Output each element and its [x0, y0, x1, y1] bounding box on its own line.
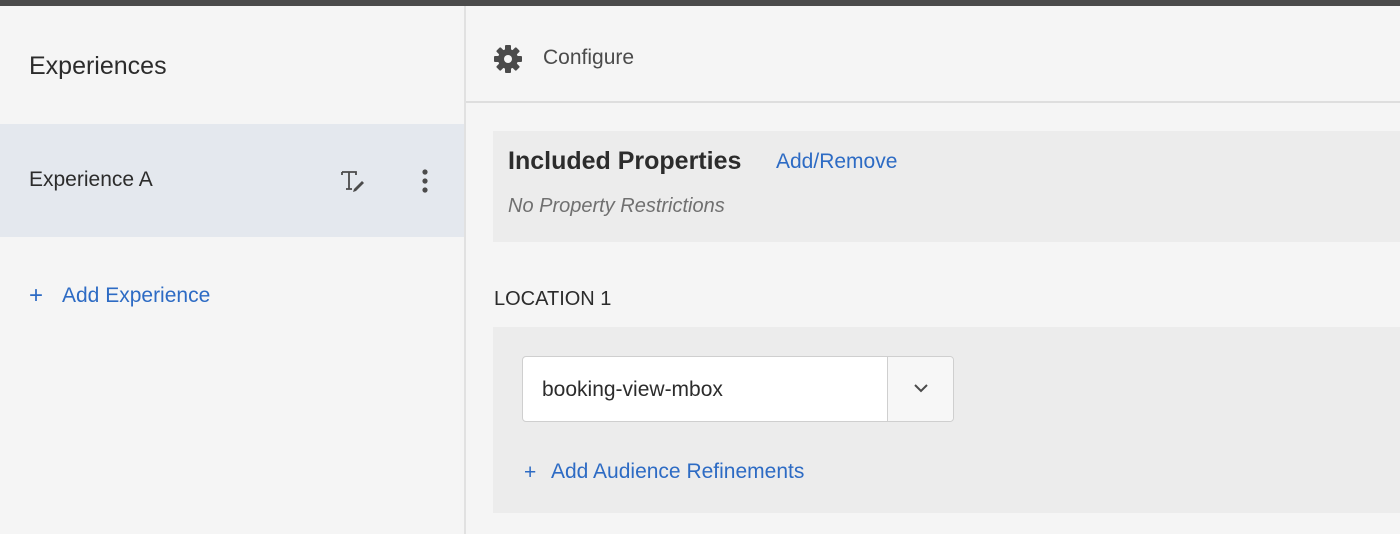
configure-header: Configure [466, 6, 1400, 103]
experiences-sidebar: Experiences Experience A + Add Experienc… [0, 6, 464, 534]
experience-item-a[interactable]: Experience A [0, 124, 464, 237]
location-panel: booking-view-mbox + Add Audience Refinem… [493, 327, 1400, 513]
rename-text-icon[interactable] [340, 169, 366, 193]
gear-icon[interactable] [493, 44, 523, 74]
add-audience-refinements-button[interactable]: + Add Audience Refinements [524, 460, 804, 484]
plus-icon: + [524, 460, 537, 484]
add-remove-link[interactable]: Add/Remove [776, 150, 897, 174]
add-experience-label: Add Experience [62, 284, 211, 307]
more-vertical-icon[interactable] [414, 168, 436, 194]
main-panel: Configure Included Properties Add/Remove… [466, 6, 1400, 534]
no-property-restrictions-text: No Property Restrictions [508, 195, 725, 217]
configure-label[interactable]: Configure [543, 46, 634, 70]
mbox-value: booking-view-mbox [542, 378, 723, 401]
location-label: LOCATION 1 [494, 288, 612, 310]
experience-label: Experience A [29, 168, 153, 191]
included-properties-panel: Included Properties Add/Remove No Proper… [493, 131, 1400, 242]
mbox-select[interactable]: booking-view-mbox [522, 356, 954, 422]
sidebar-title: Experiences [29, 52, 167, 80]
chevron-down-icon [913, 380, 929, 398]
add-audience-refinements-label: Add Audience Refinements [551, 460, 805, 483]
included-properties-title: Included Properties [508, 147, 742, 175]
plus-icon: + [29, 282, 44, 309]
mbox-dropdown-button[interactable] [887, 357, 953, 421]
add-experience-button[interactable]: + Add Experience [29, 284, 210, 308]
